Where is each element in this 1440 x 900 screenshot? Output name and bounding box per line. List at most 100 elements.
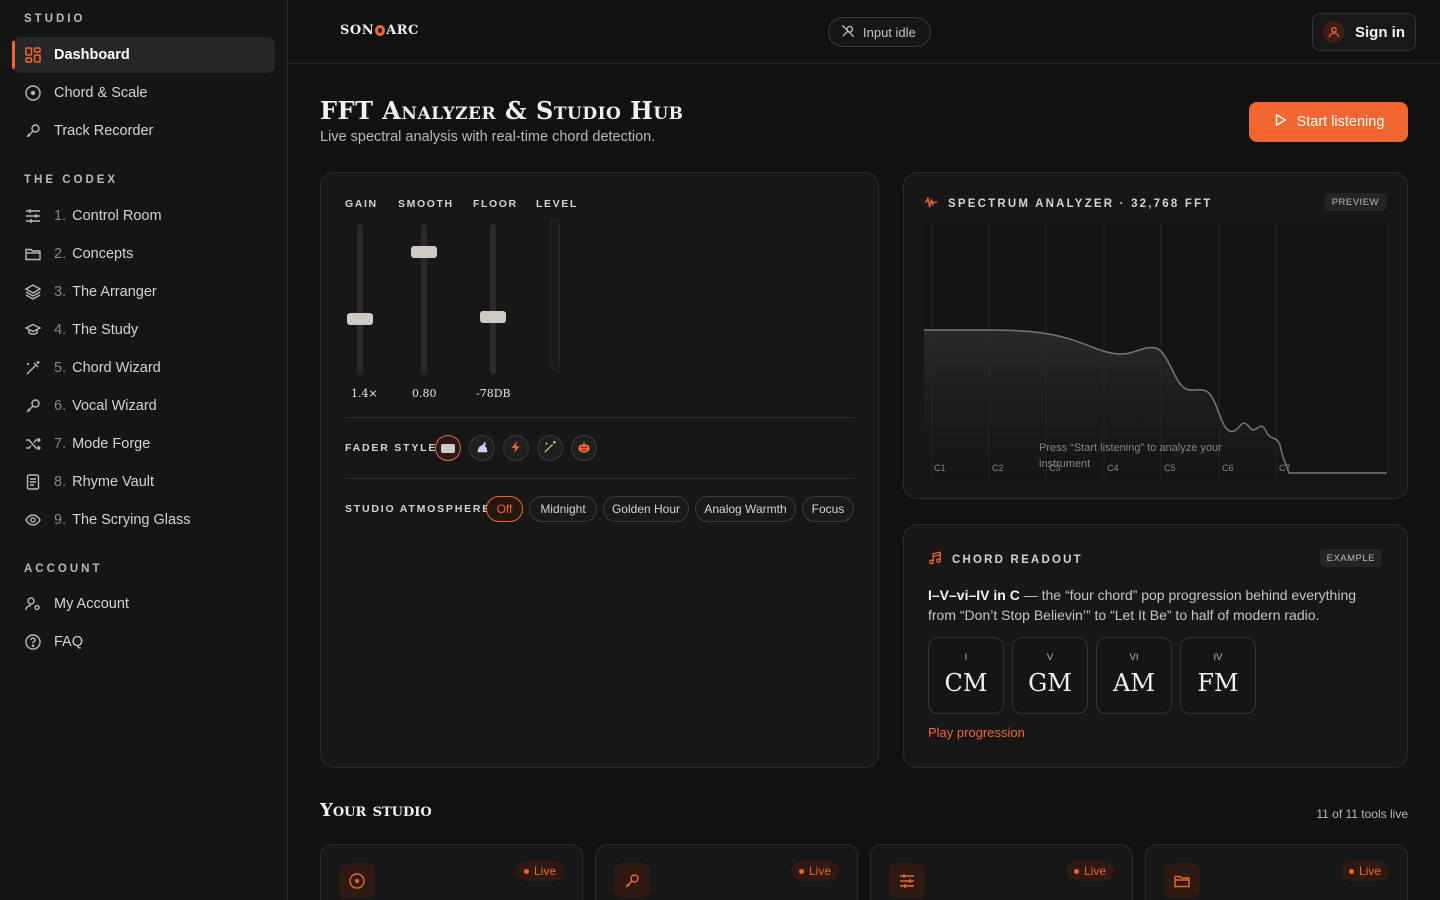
notebook-icon — [24, 474, 41, 491]
sidebar-item-label: The Scrying Glass — [72, 512, 191, 528]
roman-numeral: V — [1046, 652, 1054, 663]
atmosphere-golden-hour[interactable]: Golden Hour — [603, 496, 689, 522]
rectangle-style-icon — [441, 443, 455, 453]
chord-readout-panel: CHORD READOUT EXAMPLE I–V–vi–IV in C — t… — [903, 524, 1408, 768]
gain-thumb[interactable] — [347, 313, 373, 325]
shuffle-icon — [24, 436, 41, 453]
studio-atmosphere-label: STUDIO ATMOSPHERE — [345, 503, 492, 515]
layers-icon — [24, 284, 41, 301]
sidebar-item-track-recorder[interactable]: Track Recorder — [12, 113, 275, 149]
sidebar-item-label: FAQ — [54, 634, 84, 650]
atmosphere-midnight[interactable]: Midnight — [529, 496, 597, 522]
spectrum-plot: C1 C2 C3 C4 C5 C6 C7 Press “Start listen… — [924, 223, 1387, 480]
sidebar-item-the-arranger[interactable]: 3. The Arranger — [12, 274, 275, 310]
circle-dot-icon — [24, 85, 41, 102]
page-title: FFT Analyzer & Studio Hub — [320, 96, 684, 125]
input-status-text: Input idle — [863, 24, 916, 40]
magic-wand-icon — [24, 360, 41, 377]
atmosphere-focus[interactable]: Focus — [802, 496, 854, 522]
note-label-c1: C1 — [934, 463, 946, 473]
gain-label: GAIN — [345, 198, 378, 210]
floor-label: FLOOR — [473, 198, 518, 210]
folder-icon — [1164, 863, 1200, 899]
pumpkin-style-icon — [577, 440, 591, 457]
chord-name: FM — [1197, 669, 1239, 697]
your-studio-title: Your studio — [320, 800, 432, 821]
sidebar-item-faq[interactable]: FAQ — [12, 624, 275, 660]
smooth-label: SMOOTH — [398, 198, 454, 210]
sidebar-item-rhyme-vault[interactable]: 8. Rhyme Vault — [12, 464, 275, 500]
sidebar-item-chord-scale[interactable]: Chord & Scale — [12, 75, 275, 111]
sidebar-item-dashboard[interactable]: Dashboard — [12, 37, 275, 73]
app-root: STUDIO Dashboard Chord & Scale Track Rec… — [0, 0, 1440, 900]
chord-card-vi[interactable]: VI AM — [1096, 637, 1172, 714]
live-badge: Live — [1065, 861, 1114, 881]
tool-card-track-recorder[interactable]: Live — [595, 844, 858, 900]
sidebar-section-codex: THE CODEX — [24, 174, 119, 186]
sidebar-item-number: 2. — [54, 246, 67, 262]
sidebar-item-concepts[interactable]: 2. Concepts — [12, 236, 275, 272]
floor-value: -78DB — [476, 387, 511, 400]
sign-in-button[interactable]: Sign in — [1312, 13, 1416, 51]
fader-style-pumpkin[interactable] — [571, 435, 597, 461]
folder-icon — [24, 246, 41, 263]
smooth-thumb[interactable] — [411, 246, 437, 258]
graduation-cap-icon — [24, 322, 41, 339]
level-label: LEVEL — [536, 198, 578, 210]
floor-track[interactable] — [490, 224, 496, 374]
chord-card-iv[interactable]: IV FM — [1180, 637, 1256, 714]
play-progression-link[interactable]: Play progression — [928, 725, 1025, 740]
sliders-icon — [889, 863, 925, 899]
sidebar-section-account: ACCOUNT — [24, 563, 103, 575]
gain-value: 1.4× — [351, 387, 378, 400]
live-badge: Live — [790, 861, 839, 881]
gain-track[interactable] — [357, 224, 363, 374]
magic-wand-style-icon — [543, 440, 557, 457]
sidebar-item-number: 5. — [54, 360, 67, 376]
chord-readout-title-text: CHORD READOUT — [952, 553, 1083, 566]
sidebar-item-label: Control Room — [72, 208, 162, 224]
atmosphere-analog-warmth[interactable]: Analog Warmth — [695, 496, 796, 522]
logo[interactable]: SON ARC — [340, 23, 419, 38]
tool-card-concepts[interactable]: Live — [1145, 844, 1408, 900]
sidebar-item-label: The Arranger — [72, 284, 157, 300]
microphone-icon — [24, 398, 41, 415]
sidebar-item-label: Dashboard — [54, 47, 130, 63]
fader-style-rectangle[interactable] — [435, 435, 461, 461]
fader-style-label: FADER STYLE — [345, 442, 438, 454]
sidebar-item-label: Track Recorder — [54, 123, 154, 139]
fader-style-magic-wand[interactable] — [537, 435, 563, 461]
sidebar-item-vocal-wizard[interactable]: 6. Vocal Wizard — [12, 388, 275, 424]
sidebar-item-the-study[interactable]: 4. The Study — [12, 312, 275, 348]
tool-card-control-room[interactable]: Live — [870, 844, 1133, 900]
sidebar-item-my-account[interactable]: My Account — [12, 586, 275, 622]
fader-style-lightning[interactable] — [503, 435, 529, 461]
smooth-value: 0.80 — [412, 387, 437, 400]
sidebar-item-chord-wizard[interactable]: 5. Chord Wizard — [12, 350, 275, 386]
chord-name: CM — [944, 669, 988, 697]
sidebar-item-control-room[interactable]: 1. Control Room — [12, 198, 275, 234]
waveform-icon — [924, 195, 938, 212]
live-badge: Live — [1340, 861, 1389, 881]
atmosphere-off[interactable]: Off — [486, 496, 523, 522]
input-status-pill[interactable]: Input idle — [828, 17, 931, 47]
chord-name: AM — [1113, 669, 1155, 697]
spectrum-title-text: SPECTRUM ANALYZER · 32,768 FFT — [948, 197, 1213, 210]
chord-card-i[interactable]: I CM — [928, 637, 1004, 714]
start-listening-button[interactable]: Start listening — [1249, 102, 1408, 142]
sidebar-section-studio: STUDIO — [24, 13, 86, 25]
chord-name: GM — [1028, 669, 1072, 697]
chord-card-v[interactable]: V GM — [1012, 637, 1088, 714]
fader-style-unicorn[interactable] — [469, 435, 495, 461]
sidebar-item-label: Chord & Scale — [54, 85, 148, 101]
preview-badge: PREVIEW — [1324, 193, 1386, 211]
floor-thumb[interactable] — [480, 311, 506, 323]
sidebar: STUDIO Dashboard Chord & Scale Track Rec… — [0, 0, 288, 900]
tool-card-chord-scale[interactable]: Live — [320, 844, 583, 900]
sidebar-item-the-scrying-glass[interactable]: 9. The Scrying Glass — [12, 502, 275, 538]
sidebar-item-mode-forge[interactable]: 7. Mode Forge — [12, 426, 275, 462]
chord-readout-title: CHORD READOUT — [928, 551, 1083, 568]
user-icon — [1323, 21, 1345, 43]
spectrum-title: SPECTRUM ANALYZER · 32,768 FFT — [924, 195, 1213, 212]
sliders-icon — [24, 208, 41, 225]
